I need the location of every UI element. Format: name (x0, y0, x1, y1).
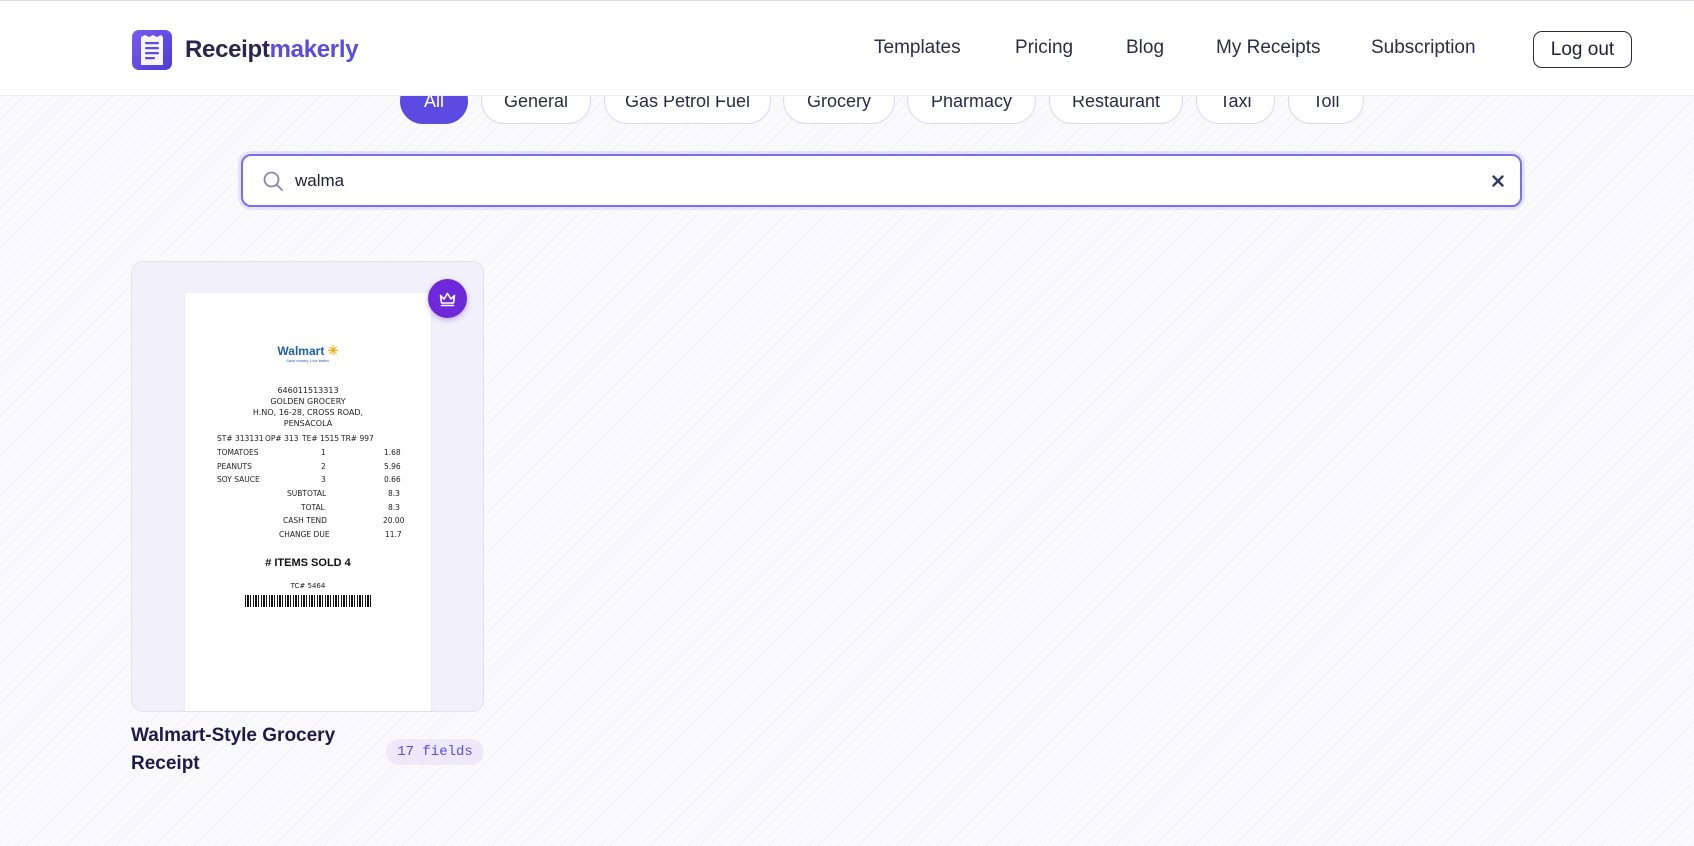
search-input[interactable] (295, 166, 1435, 196)
item-price: 0.66 (384, 475, 401, 484)
receipt-st-id: ST# 313131 (217, 434, 264, 443)
total-label: CASH TEND (283, 516, 327, 525)
crown-icon (439, 292, 456, 307)
brand-name-part2: makerly (269, 36, 359, 63)
total-label: SUBTOTAL (287, 489, 327, 498)
item-qty: 1 (321, 448, 326, 457)
nav-templates[interactable]: Templates (874, 37, 961, 59)
search-icon (263, 171, 283, 191)
fields-count-badge: 17 fields (386, 739, 484, 765)
nav-subscription[interactable]: Subscription (1371, 37, 1476, 59)
item-name: PEANUTS (217, 462, 252, 471)
receipt-tr-id: TR# 997 (341, 434, 374, 443)
receipt-preview-image: Walmart ✳ Save money. Live better. 64601… (185, 293, 431, 711)
receipt-total-row: TOTAL 8.3 (217, 503, 401, 513)
item-qty: 2 (321, 462, 326, 471)
receipt-total-row: SUBTOTAL 8.3 (217, 489, 401, 499)
item-price: 1.68 (384, 448, 401, 457)
total-value: 8.3 (388, 489, 400, 498)
total-label: CHANGE DUE (279, 530, 330, 539)
receipt-te-id: TE# 1515 (302, 434, 340, 443)
receipt-store-id: 646011513313 (277, 386, 339, 395)
receipt-barcode (245, 595, 371, 607)
premium-badge (428, 279, 467, 318)
receipt-op-id: OP# 313 (265, 434, 299, 443)
item-name: TOMATOES (217, 448, 259, 457)
brand-name-part1: Receipt (185, 36, 270, 63)
receipt-total-row: CASH TEND 20.00 (217, 516, 405, 526)
walmart-tagline: Save money. Live better. (286, 358, 330, 363)
brand-name: Receiptmakerly (185, 36, 359, 64)
nav-blog[interactable]: Blog (1126, 37, 1164, 59)
total-value: 20.00 (383, 516, 405, 525)
receipt-address-line1: H.NO, 16-28, CROSS ROAD, (252, 408, 364, 417)
item-price: 5.96 (384, 462, 401, 471)
walmart-logo-text: Walmart (277, 344, 325, 358)
receipt-item-row: SOY SAUCE 3 0.66 (217, 475, 401, 485)
template-search-bar (241, 154, 1522, 207)
item-name: SOY SAUCE (217, 475, 260, 484)
template-card-preview[interactable]: Walmart ✳ Save money. Live better. 64601… (131, 261, 484, 712)
receipt-item-row: TOMATOES 1 1.68 (217, 448, 401, 458)
receipt-store-name: GOLDEN GROCERY (270, 397, 346, 406)
total-label: TOTAL (301, 503, 325, 512)
site-header: Receiptmakerly Templates Pricing Blog My… (0, 0, 1694, 96)
walmart-logo: Walmart ✳ (185, 343, 431, 359)
receipt-logo-icon (132, 30, 172, 70)
template-card-title[interactable]: Walmart-Style Grocery Receipt (131, 722, 371, 778)
total-value: 11.7 (385, 530, 402, 539)
clear-search-icon[interactable] (1485, 168, 1511, 194)
receipt-total-row: CHANGE DUE 11.7 (217, 530, 402, 540)
receipt-item-row: PEANUTS 2 5.96 (217, 462, 401, 472)
walmart-spark-icon: ✳ (327, 343, 339, 358)
brand-logo[interactable]: Receiptmakerly (131, 29, 359, 71)
logout-button[interactable]: Log out (1533, 31, 1632, 68)
item-qty: 3 (321, 475, 326, 484)
nav-my-receipts[interactable]: My Receipts (1216, 37, 1321, 59)
receipt-tc-number: TC# 5464 (290, 582, 326, 590)
receipt-ids-row: ST# 313131 OP# 313 TE# 1515 TR# 997 (217, 434, 401, 444)
total-value: 8.3 (388, 503, 400, 512)
receipt-address-line2: PENSACOLA (283, 419, 333, 428)
nav-pricing[interactable]: Pricing (1015, 37, 1073, 59)
receipt-items-sold: # ITEMS SOLD 4 (265, 557, 351, 569)
